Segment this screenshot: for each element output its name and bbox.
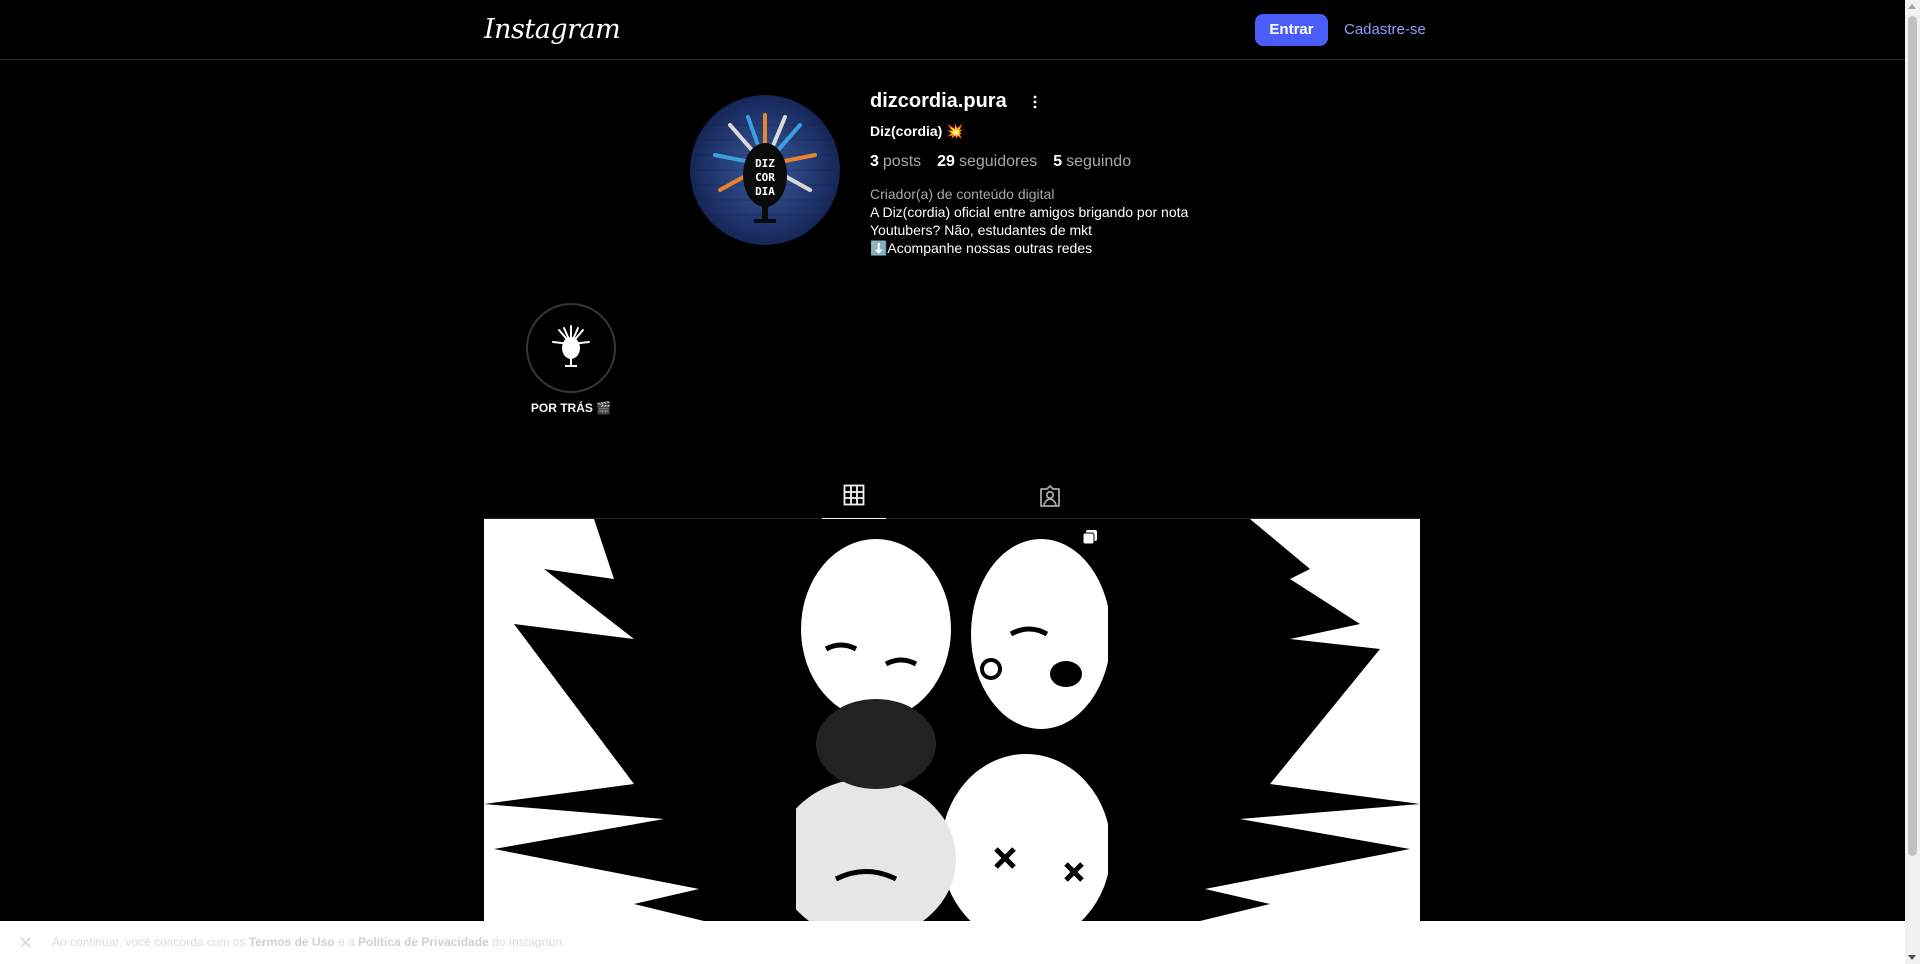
following-label: seguindo xyxy=(1066,153,1132,170)
bio-line: ⬇️Acompanhe nossas outras redes xyxy=(870,240,1093,256)
terms-prefix: Ao continuar, você concorda com os xyxy=(52,935,246,949)
followers-stat[interactable]: 29 seguidores xyxy=(937,153,1037,171)
login-button[interactable]: Entrar xyxy=(1255,14,1328,46)
posts-stat: 3 posts xyxy=(870,153,921,171)
bio-line: Youtubers? Não, estudantes de mkt xyxy=(870,222,1093,238)
signup-link[interactable]: Cadastre-se xyxy=(1344,21,1426,38)
scrollbar-thumb[interactable] xyxy=(1908,16,1917,856)
grid-icon xyxy=(843,484,865,506)
privacy-policy-link[interactable]: Política de Privacidade xyxy=(358,935,489,949)
tab-posts[interactable] xyxy=(822,482,886,519)
highlight-microphone-icon xyxy=(552,325,590,367)
scroll-up-arrow-icon[interactable] xyxy=(1908,4,1916,9)
full-name-text: Diz(cordia) xyxy=(870,123,943,139)
posts-label: posts xyxy=(882,153,922,170)
terms-and: e a xyxy=(337,935,355,949)
top-nav: Instagram Entrar Cadastre-se xyxy=(0,0,1905,60)
svg-text:DIA: DIA xyxy=(755,185,775,198)
followers-label: seguidores xyxy=(958,153,1038,170)
carousel-icon xyxy=(1082,529,1098,550)
profile-avatar[interactable]: DIZ COR DIA xyxy=(690,95,840,245)
terms-text: Ao continuar, você concorda com os Termo… xyxy=(52,935,565,949)
post-image xyxy=(1108,519,1420,921)
avatar-image: DIZ COR DIA xyxy=(690,95,840,245)
bio-line: A Diz(cordia) oficial entre amigos briga… xyxy=(870,204,1189,220)
highlight-label: POR TRÁS 🎬 xyxy=(530,401,612,415)
highlight-item[interactable]: POR TRÁS 🎬 xyxy=(520,303,622,415)
close-icon[interactable]: ✕ xyxy=(18,933,33,954)
posts-count: 3 xyxy=(870,153,879,170)
post-thumbnail[interactable] xyxy=(1108,519,1420,921)
instagram-logo[interactable]: Instagram xyxy=(484,14,621,45)
tab-tagged[interactable] xyxy=(1018,482,1082,519)
terms-of-use-link[interactable]: Termos de Uso xyxy=(249,935,335,949)
profile-bio: A Diz(cordia) oficial entre amigos briga… xyxy=(870,203,1188,257)
following-count: 5 xyxy=(1053,153,1063,170)
scroll-down-arrow-icon[interactable] xyxy=(1908,955,1916,960)
post-image xyxy=(484,519,796,921)
profile-stats: 3 posts 29 seguidores 5 seguindo xyxy=(870,153,1131,171)
terms-banner: ✕ Ao continuar, você concorda com os Ter… xyxy=(0,921,1905,964)
full-name-emoji: 💥 xyxy=(946,123,964,139)
tagged-icon xyxy=(1040,485,1060,507)
profile-category: Criador(a) de conteúdo digital xyxy=(870,186,1055,202)
profile-full-name: Diz(cordia) 💥 xyxy=(870,123,964,140)
svg-text:COR: COR xyxy=(755,171,775,184)
post-thumbnail[interactable] xyxy=(484,519,796,921)
svg-text:DIZ: DIZ xyxy=(755,157,775,170)
page-scrollbar[interactable] xyxy=(1905,0,1920,964)
followers-count: 29 xyxy=(937,153,955,170)
post-thumbnail[interactable] xyxy=(796,519,1108,921)
posts-grid xyxy=(484,519,1420,921)
following-stat[interactable]: 5 seguindo xyxy=(1053,153,1131,171)
terms-suffix: do Instagram. xyxy=(492,935,566,949)
highlight-cover xyxy=(526,303,616,393)
more-options-icon[interactable] xyxy=(1028,92,1042,112)
post-image xyxy=(796,519,1108,921)
profile-username: dizcordia.pura xyxy=(870,90,1007,112)
